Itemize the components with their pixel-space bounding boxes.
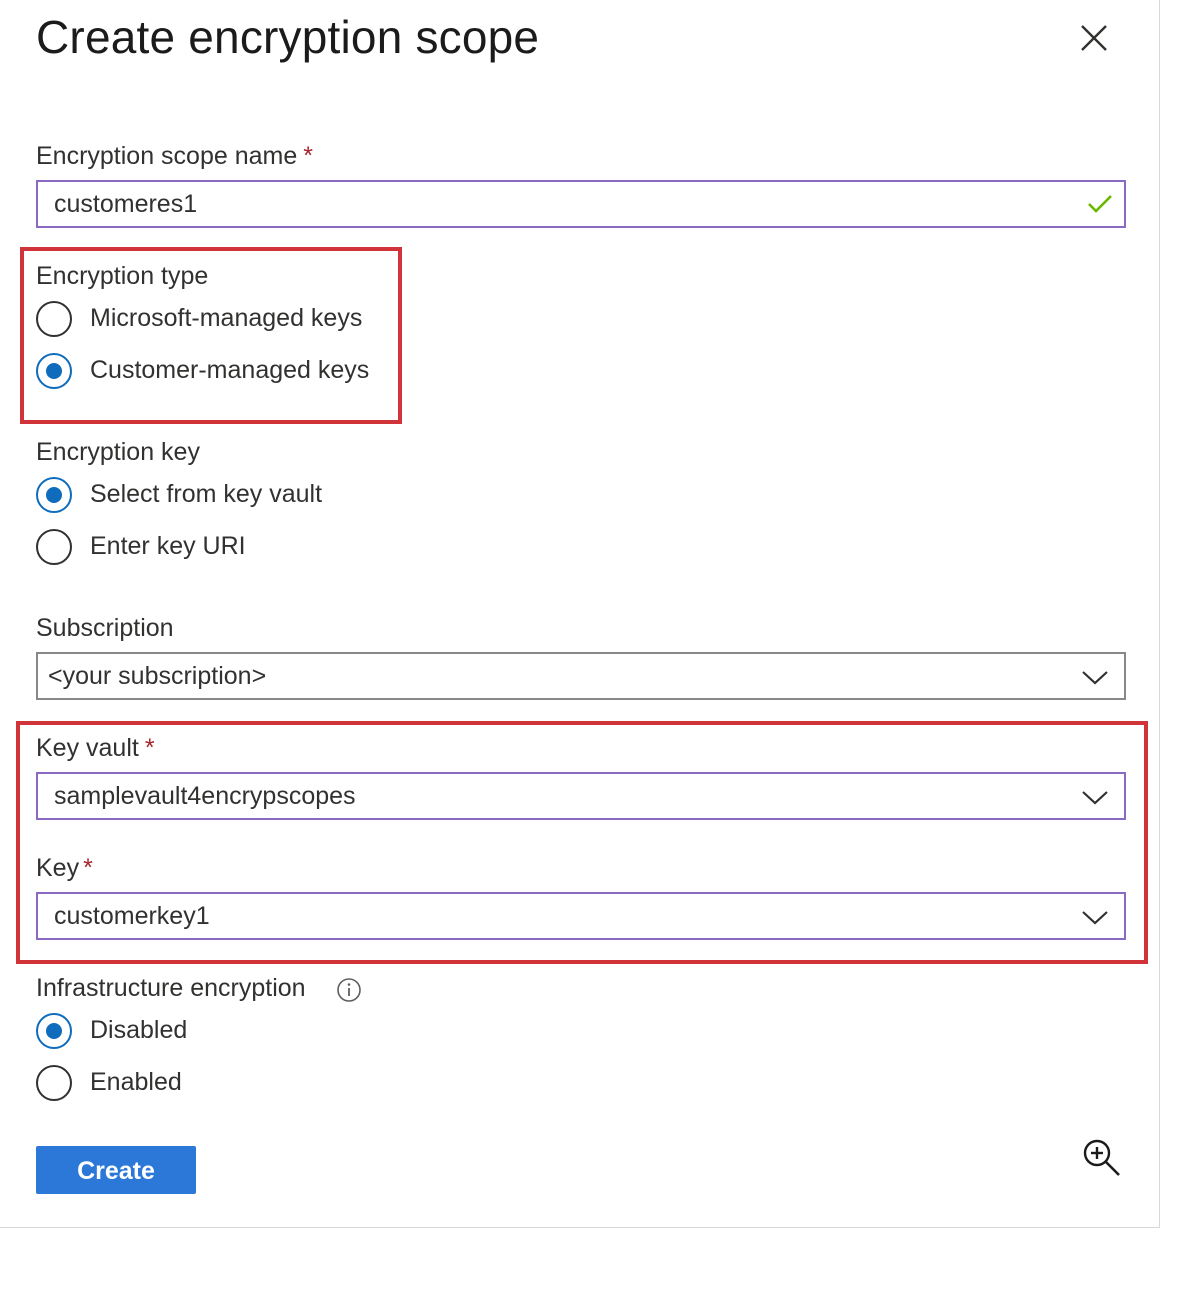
radio-button-selected[interactable] bbox=[36, 353, 72, 389]
encryption-type-label: Encryption type bbox=[36, 262, 209, 290]
key-label: Key * bbox=[36, 854, 93, 883]
close-icon[interactable] bbox=[1074, 18, 1114, 58]
chevron-down-icon bbox=[1082, 671, 1108, 685]
radio-button[interactable] bbox=[36, 301, 72, 337]
scope-name-value: customeres1 bbox=[54, 190, 198, 218]
create-encryption-scope-panel: Create encryption scope Encryption scope… bbox=[0, 0, 1160, 1228]
radio-button-selected[interactable] bbox=[36, 477, 72, 513]
subscription-value: <your subscription> bbox=[48, 662, 267, 690]
key-value: customerkey1 bbox=[54, 902, 210, 930]
key-vault-dropdown[interactable]: samplevault4encrypscopes bbox=[36, 772, 1126, 820]
checkmark-icon bbox=[1088, 195, 1112, 213]
panel-title: Create encryption scope bbox=[36, 11, 540, 63]
chevron-down-icon bbox=[1082, 911, 1108, 925]
required-mark: * bbox=[144, 734, 155, 762]
scope-name-label: Encryption scope name * bbox=[36, 142, 313, 171]
radio-label: Customer-managed keys bbox=[90, 356, 370, 384]
chevron-down-icon bbox=[1082, 791, 1108, 805]
scope-name-input[interactable]: customeres1 bbox=[36, 180, 1126, 228]
subscription-label: Subscription bbox=[36, 614, 174, 642]
required-mark: * bbox=[303, 142, 313, 170]
key-vault-label: Key vault * bbox=[36, 734, 155, 763]
key-vault-label-text: Key vault bbox=[36, 734, 139, 762]
encryption-key-label: Encryption key bbox=[36, 438, 200, 466]
radio-label: Disabled bbox=[90, 1016, 188, 1044]
radio-label: Enter key URI bbox=[90, 532, 246, 560]
required-mark: * bbox=[83, 854, 93, 882]
create-button[interactable]: Create bbox=[36, 1146, 196, 1194]
radio-button-selected[interactable] bbox=[36, 1013, 72, 1049]
infrastructure-encryption-label: Infrastructure encryption bbox=[36, 974, 306, 1002]
key-dropdown[interactable]: customerkey1 bbox=[36, 892, 1126, 940]
radio-label: Enabled bbox=[90, 1068, 182, 1096]
radio-button[interactable] bbox=[36, 1065, 72, 1101]
radio-label: Select from key vault bbox=[90, 480, 323, 508]
scope-name-label-text: Encryption scope name bbox=[36, 142, 298, 170]
info-icon[interactable] bbox=[336, 977, 362, 1003]
radio-button[interactable] bbox=[36, 529, 72, 565]
subscription-dropdown[interactable]: <your subscription> bbox=[36, 652, 1126, 700]
radio-label: Microsoft-managed keys bbox=[90, 304, 363, 332]
key-label-text: Key bbox=[36, 854, 80, 882]
zoom-in-icon[interactable] bbox=[1080, 1136, 1122, 1178]
key-vault-value: samplevault4encrypscopes bbox=[54, 782, 356, 810]
